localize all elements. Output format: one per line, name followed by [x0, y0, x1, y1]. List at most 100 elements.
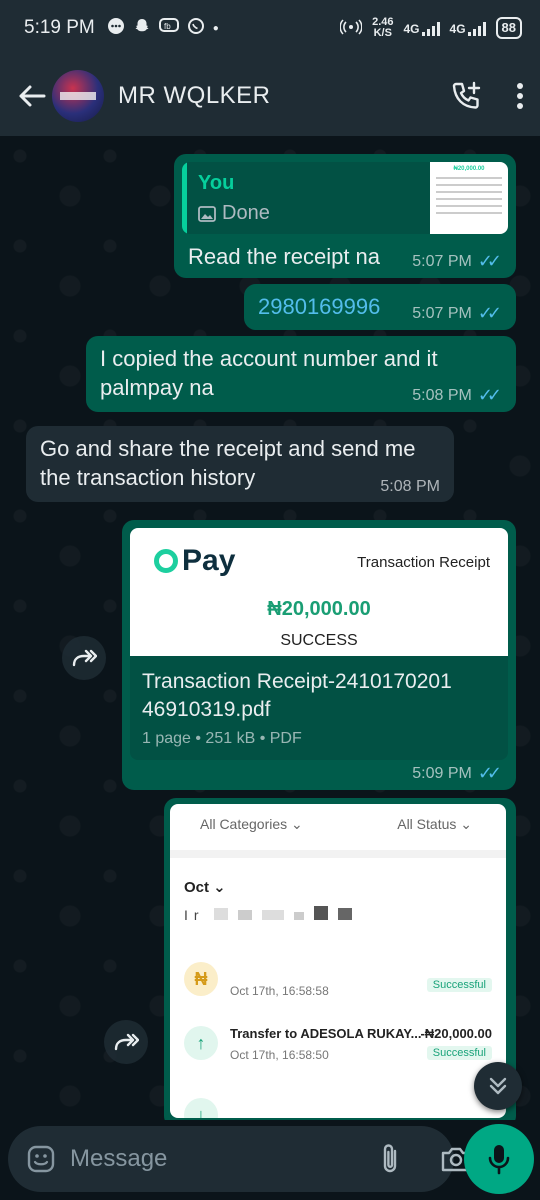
double-chevron-down-icon [489, 1077, 507, 1095]
forward-icon [114, 1033, 139, 1051]
signal-2: 4G [450, 20, 486, 36]
contact-name[interactable]: MR WQLKER [118, 82, 271, 110]
screenshot-month: Oct ⌄ [184, 879, 226, 896]
message-meta: 5:07 PM ✓✓ [412, 251, 502, 272]
attachment-icon[interactable] [380, 1143, 400, 1175]
receipt-amount: ₦20,000.00 [267, 598, 371, 620]
add-call-icon[interactable] [450, 80, 482, 112]
message-meta: 5:09 PM ✓✓ [412, 763, 502, 784]
forward-button[interactable] [62, 636, 106, 680]
transaction-status: Successful [426, 1046, 492, 1060]
hotspot-icon [339, 18, 363, 39]
notification-icons: fb ● [107, 17, 219, 39]
read-ticks-icon: ✓✓ [477, 763, 502, 783]
snapchat-icon [133, 17, 151, 39]
message-text: Go and share the receipt and send me the… [40, 436, 416, 490]
message-bubble-outgoing[interactable]: You Done ₦20,000.00 Read the receipt na … [174, 154, 516, 278]
screenshot-blurred-summary: Ir [184, 906, 352, 923]
quoted-message[interactable]: You Done ₦20,000.00 [182, 162, 508, 234]
system-icons: 2.46 K/S 4G 4G 88 [339, 17, 522, 39]
opay-logo: Pay [154, 544, 235, 578]
money-bag-icon: ₦ [184, 962, 218, 996]
microphone-icon [488, 1145, 510, 1175]
document-file-info: 1 page • 251 kB • PDF [142, 730, 302, 747]
status-bar: 5:19 PM fb ● 2.46 K/S 4G 4G 88 [0, 0, 540, 56]
message-input[interactable] [70, 1145, 380, 1173]
net-type-1: 4G [403, 22, 420, 36]
signal-bars-icon [421, 20, 440, 36]
message-bubble-outgoing[interactable]: 2980169996 5:07 PM ✓✓ [244, 284, 516, 330]
message-time: 5:07 PM [412, 252, 472, 270]
message-bubble-image[interactable]: All Categories ⌄ All Status ⌄ Oct ⌄ Ir ₦… [164, 798, 516, 1120]
screenshot-divider [170, 850, 506, 858]
contact-avatar[interactable] [52, 70, 104, 122]
message-input-container[interactable] [8, 1126, 471, 1192]
document-file-name: Transaction Receipt-2410170201 46910319.… [142, 670, 452, 721]
transaction-row-partial: ↓ [184, 1096, 500, 1118]
forward-icon [72, 649, 97, 667]
filter-categories: All Categories ⌄ [200, 816, 303, 832]
voice-message-button[interactable] [464, 1124, 534, 1194]
message-time: 5:08 PM [380, 478, 440, 495]
transaction-amount: -₦20,000.00 [420, 1026, 492, 1041]
signal-1: 4G [404, 20, 440, 36]
receipt-label: Transaction Receipt [357, 554, 490, 571]
read-ticks-icon: ✓✓ [477, 303, 502, 323]
svg-text:fb: fb [164, 22, 171, 31]
emoji-sticker-icon[interactable] [26, 1144, 56, 1174]
document-info[interactable]: Transaction Receipt-2410170201 46910319.… [130, 656, 508, 760]
message-composer [0, 1120, 540, 1200]
net-type-2: 4G [449, 22, 466, 36]
opay-logo-mark [154, 549, 178, 573]
message-text-account-number[interactable]: 2980169996 [258, 292, 380, 321]
transaction-date: Oct 17th, 16:58:58 [230, 984, 329, 998]
chat-icon [107, 17, 125, 39]
battery-indicator: 88 [495, 17, 522, 39]
back-arrow-icon[interactable] [16, 80, 48, 112]
message-text: Read the receipt na [188, 244, 381, 269]
image-icon [198, 205, 216, 222]
arrow-up-icon: ↑ [184, 1026, 218, 1060]
signal-bars-icon [467, 20, 486, 36]
quote-author: You [198, 172, 235, 194]
header-actions [450, 80, 524, 112]
arrow-down-icon: ↓ [184, 1098, 218, 1118]
whatsapp-icon [187, 17, 205, 39]
messenger-icon: fb [158, 17, 179, 39]
more-options-icon[interactable] [516, 82, 524, 110]
dot-icon: ● [212, 22, 219, 34]
quote-snippet: Done [198, 202, 270, 225]
net-speed: 2.46 K/S [372, 17, 393, 39]
opay-logo-text: Pay [182, 544, 236, 577]
message-bubble-document[interactable]: Pay Transaction Receipt ₦20,000.00 SUCCE… [122, 520, 516, 790]
message-time: 5:09 PM [412, 764, 472, 782]
transaction-row: ₦ Oct 17th, 16:58:58 Successful [184, 960, 500, 1010]
read-ticks-icon: ✓✓ [477, 251, 502, 271]
message-time: 5:07 PM [412, 304, 472, 322]
message-bubble-incoming[interactable]: Go and share the receipt and send me the… [26, 426, 454, 502]
message-bubble-outgoing[interactable]: I copied the account number and it palmp… [86, 336, 516, 412]
chat-header: MR WQLKER [0, 56, 540, 136]
receipt-status: SUCCESS [280, 632, 358, 649]
status-time: 5:19 PM [24, 17, 95, 38]
message-meta: 5:08 PM ✓✓ [412, 385, 502, 406]
transaction-status: Successful [426, 978, 492, 992]
message-time: 5:08 PM [412, 386, 472, 404]
quote-snippet-text: Done [222, 202, 270, 224]
thumbnail-amount: ₦20,000.00 [453, 166, 485, 172]
forward-button[interactable] [104, 1020, 148, 1064]
net-speed-unit: K/S [373, 27, 392, 39]
read-ticks-icon: ✓✓ [477, 385, 502, 405]
message-meta: 5:08 PM [380, 478, 440, 496]
transaction-title: Transfer to ADESOLA RUKAY... [230, 1026, 422, 1041]
message-meta: 5:07 PM ✓✓ [412, 303, 502, 324]
transaction-date: Oct 17th, 16:58:50 [230, 1048, 329, 1062]
transaction-history-screenshot[interactable]: All Categories ⌄ All Status ⌄ Oct ⌄ Ir ₦… [170, 804, 506, 1118]
quote-accent-bar [182, 162, 187, 234]
filter-status: All Status ⌄ [397, 816, 472, 832]
scroll-to-bottom-button[interactable] [474, 1062, 522, 1110]
quote-thumbnail: ₦20,000.00 [430, 162, 508, 234]
document-preview[interactable]: Pay Transaction Receipt ₦20,000.00 SUCCE… [130, 528, 508, 656]
transaction-row: ↑ Transfer to ADESOLA RUKAY... Oct 17th,… [184, 1024, 500, 1074]
chat-area[interactable]: You Done ₦20,000.00 Read the receipt na … [0, 136, 540, 1120]
